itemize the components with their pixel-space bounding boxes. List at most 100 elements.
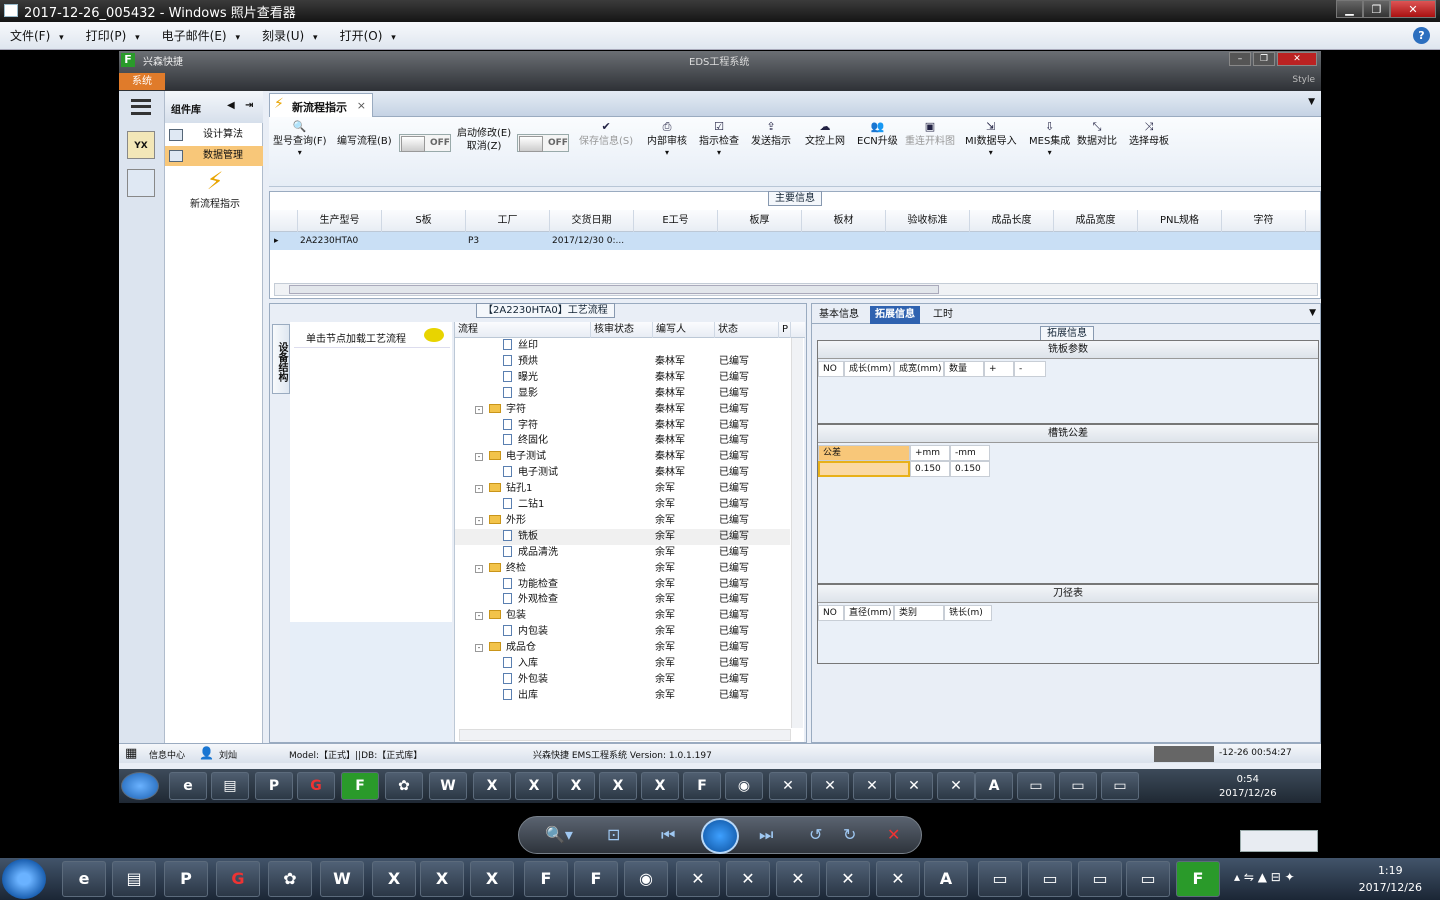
tree-row[interactable]: 入库 余军 已编写 [455,656,790,672]
help-icon[interactable]: ? [1413,27,1430,44]
tree-node-step[interactable]: 预烘 [503,354,538,370]
cell-factory[interactable]: P3 [468,232,479,250]
app-minimize-button[interactable]: – [1229,52,1251,66]
tree-row[interactable]: 电子测试 - 秦林军 已编写 [455,449,790,465]
start-modify-button[interactable]: 启动修改(E) 取消(Z) [457,127,511,153]
new-flow-shortcut[interactable]: ⚡ 新流程指示 [185,167,245,210]
inner-excel-icon[interactable]: X [557,772,595,800]
tree-node-step[interactable]: 字符 [503,418,538,434]
save-icon[interactable]: ▤ [112,861,156,897]
col-header[interactable]: 直径(mm) [844,605,894,621]
tree-row[interactable]: 丝印 [455,338,790,354]
tabs-dropdown-icon[interactable]: ▼ [1308,97,1315,107]
inner-photo-icon[interactable]: ▭ [1059,772,1097,800]
col-header[interactable]: NO [818,605,844,621]
menu-email[interactable]: 电子邮件(E) [162,27,240,44]
app-close-button[interactable]: ✕ [1277,52,1317,66]
minimize-button[interactable]: ▁ [1336,0,1363,18]
detail-dropdown-icon[interactable]: ▼ [1309,308,1316,318]
tree-row[interactable]: 外形 - 余军 已编写 [455,513,790,529]
col-header[interactable]: S板 [382,210,466,232]
tab-work-hours[interactable]: 工时 [928,306,958,324]
cell-delivery-date[interactable]: 2017/12/30 0:... [552,232,624,250]
inner-clock[interactable]: 0:54 2017/12/26 [1219,773,1277,801]
inner-flow-icon[interactable]: F [683,772,721,800]
start-modify-toggle[interactable]: OFF [517,134,569,152]
col-header[interactable]: 核审状态 [591,322,653,338]
col-header[interactable]: PNL规格 [1138,210,1222,232]
col-header[interactable]: -mm [950,445,990,461]
tree-row[interactable]: 成品清洗 余军 已编写 [455,545,790,561]
x-doc-icon[interactable]: ✕ [776,861,820,897]
col-header[interactable]: 成品长度 [970,210,1054,232]
ie-icon[interactable]: e [62,861,106,897]
tree-node-step[interactable]: 外包装 [503,672,548,688]
menu-open[interactable]: 打开(O) [340,27,396,44]
taskbar-clock[interactable]: 1:19 2017/12/26 [1359,862,1422,896]
col-header[interactable]: 板材 [802,210,886,232]
col-header[interactable]: 工厂 [466,210,550,232]
x-doc-icon[interactable]: ✕ [726,861,770,897]
excel-icon[interactable]: X [470,861,514,897]
tab-basic-info[interactable]: 基本信息 [814,306,864,324]
remove-column-button[interactable]: - [1014,361,1046,377]
p-app-icon[interactable]: P [164,861,208,897]
tree-row[interactable]: 字符 秦林军 已编写 [455,418,790,434]
calculator-icon[interactable] [127,169,155,197]
collapse-arrow-icon[interactable]: ◀ [227,100,235,111]
add-column-button[interactable]: + [984,361,1014,377]
tree-node-step[interactable]: 出库 [503,688,538,704]
inner-excel-icon[interactable]: X [641,772,679,800]
send-instruction-button[interactable]: ⇪ 发送指示 [751,121,791,148]
tree-node-step[interactable]: 铣板 [503,529,538,545]
previous-icon[interactable]: ⏮ [661,825,675,845]
tree-row[interactable]: 终检 - 余军 已编写 [455,561,790,577]
col-header[interactable]: 交货日期 [550,210,634,232]
mi-data-import-button[interactable]: ⇲ MI数据导入 ▾ [965,121,1017,158]
inner-p-app-icon[interactable]: P [255,772,293,800]
tree-node-step[interactable]: 外观检查 [503,592,558,608]
x-doc-icon[interactable]: ✕ [676,861,720,897]
tree-node-step[interactable]: 显影 [503,386,538,402]
collapse-node-icon[interactable]: - [475,644,483,653]
col-header[interactable]: 类别 [894,605,944,621]
fit-window-icon[interactable]: ⊡ [607,825,620,844]
tray-icons[interactable]: ▴ ⇋ ▲ ⊟ ✦ [1234,870,1295,884]
excel-icon[interactable]: X [420,861,464,897]
flow-app-icon[interactable]: F [524,861,568,897]
tree-row[interactable]: 预烘 秦林军 已编写 [455,354,790,370]
tree-row[interactable]: 曝光 秦林军 已编写 [455,370,790,386]
tray-icons[interactable] [1154,746,1214,762]
tree-node-step[interactable]: 功能检查 [503,577,558,593]
tree-row[interactable]: 铣板 余军 已编写 [455,528,790,545]
col-header[interactable]: 字符 [1222,210,1306,232]
minus-mm-cell[interactable]: 0.150 [950,461,990,477]
inner-save-icon[interactable]: ▤ [211,772,249,800]
tree-node-folder[interactable]: 钻孔1 [489,481,532,497]
inner-excel-icon[interactable]: X [473,772,511,800]
save-info-button[interactable]: ✔ 保存信息(S) [579,121,633,148]
tree-row[interactable]: 外观检查 余军 已编写 [455,592,790,608]
doc-control-online-button[interactable]: ☁ 文控上网 [805,121,845,148]
col-header[interactable]: 板厚 [718,210,802,232]
tree-hscrollbar[interactable] [459,729,791,741]
tree-node-step[interactable]: 成品清洗 [503,545,558,561]
tab-close-icon[interactable]: × [357,99,366,112]
a-doc-icon[interactable]: A [924,861,968,897]
model-query-button[interactable]: 🔍 型号查询(F) ▾ [273,121,327,158]
inner-x-doc-icon[interactable]: ✕ [853,772,891,800]
tree-node-step[interactable]: 二钻1 [503,497,544,513]
inner-a-doc-icon[interactable]: A [975,772,1013,800]
plus-mm-cell[interactable]: 0.150 [910,461,950,477]
photo-icon[interactable]: ▭ [1078,861,1122,897]
tree-node-step[interactable]: 丝印 [503,338,538,354]
maximize-button[interactable]: ❐ [1363,0,1390,18]
main-grid-hscrollbar[interactable] [274,283,1318,296]
col-header[interactable]: 验收标准 [886,210,970,232]
tree-row[interactable]: 显影 秦林军 已编写 [455,386,790,402]
tree-row[interactable]: 字符 - 秦林军 已编写 [455,402,790,418]
inner-start-button[interactable] [121,772,159,800]
tree-node-step[interactable]: 终固化 [503,433,548,449]
tree-node-folder[interactable]: 终检 [489,561,526,577]
pin-icon[interactable]: ⇥ [245,100,253,111]
